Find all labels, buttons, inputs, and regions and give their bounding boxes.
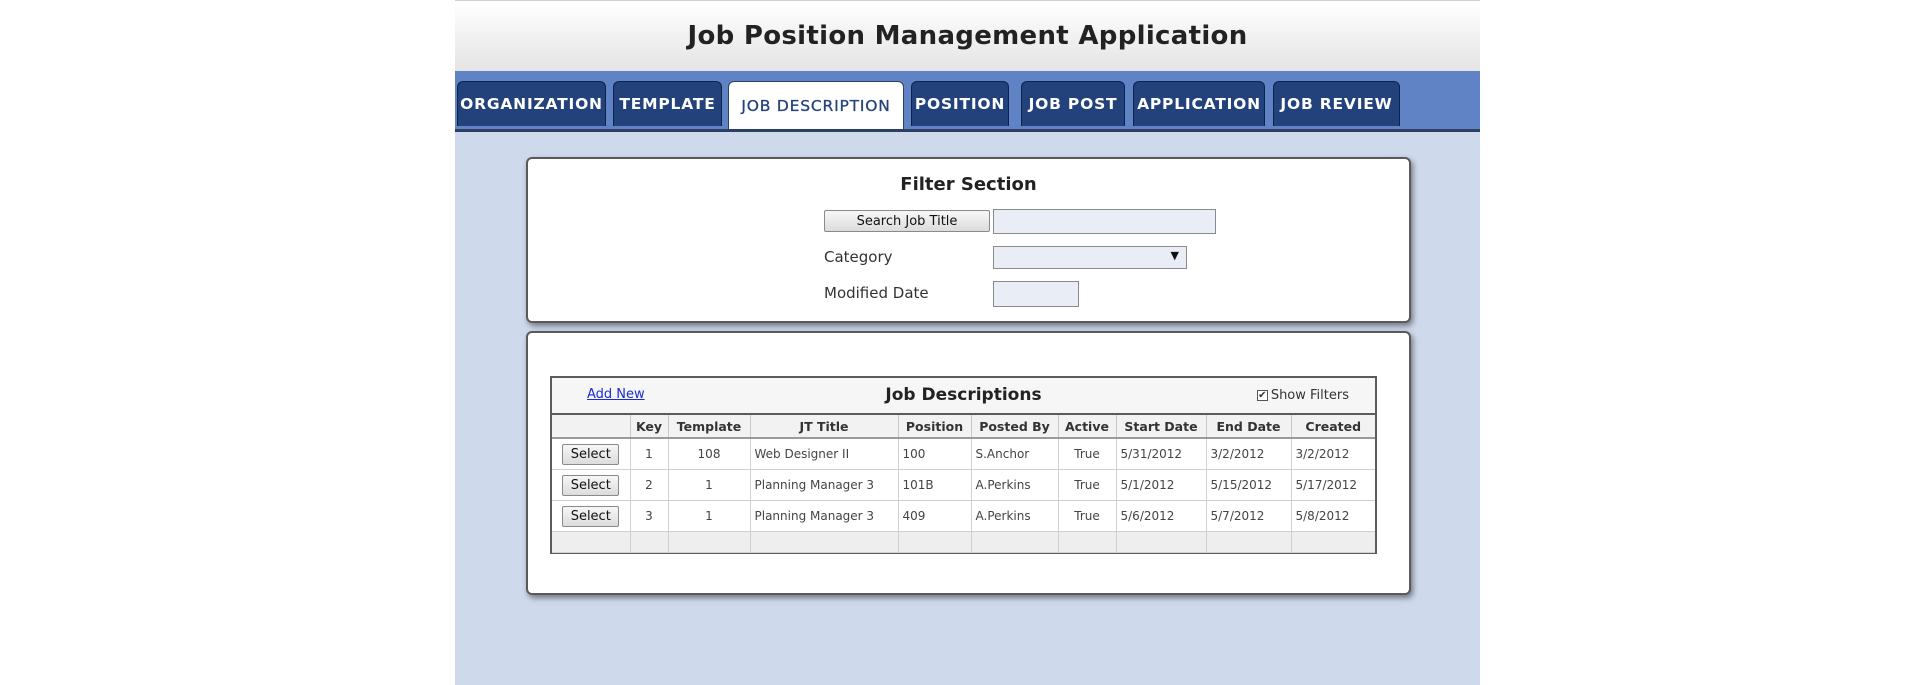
job-descriptions-table: Key Template JT Title Position Posted By… xyxy=(552,415,1375,553)
select-row-button[interactable]: Select xyxy=(562,474,620,496)
active-cell: True xyxy=(1057,438,1116,470)
column-header-select xyxy=(552,415,630,439)
tab-template[interactable]: TEMPLATE xyxy=(613,81,722,126)
table-row: Select 2 1 Planning Manager 3 101B A.Per… xyxy=(552,469,1375,501)
tab-job-post[interactable]: JOB POST xyxy=(1021,81,1125,126)
column-header-active[interactable]: Active xyxy=(1057,415,1116,439)
modified-date-input[interactable] xyxy=(993,281,1079,307)
template-cell: 1 xyxy=(667,500,750,532)
filter-panel: Filter Section Search Job Title Category… xyxy=(526,157,1411,323)
table-header-row: Key Template JT Title Position Posted By… xyxy=(552,415,1375,439)
key-cell: 3 xyxy=(629,500,668,532)
column-header-jt-title[interactable]: JT Title xyxy=(749,415,898,439)
key-cell: 2 xyxy=(629,469,668,501)
search-job-title-button[interactable]: Search Job Title xyxy=(824,210,990,232)
job-descriptions-grid: Add New Job Descriptions ✔ Show Filters … xyxy=(550,376,1377,554)
show-filters-label: Show Filters xyxy=(1270,388,1349,403)
grid-toolbar: Add New Job Descriptions ✔ Show Filters xyxy=(552,378,1375,415)
grid-panel: Add New Job Descriptions ✔ Show Filters … xyxy=(526,331,1411,595)
column-header-key[interactable]: Key xyxy=(629,415,668,439)
created-cell: 5/17/2012 xyxy=(1290,469,1375,501)
modified-date-label: Modified Date xyxy=(824,284,929,302)
show-filters-checkbox[interactable]: ✔ xyxy=(1256,390,1268,401)
app-header: Job Position Management Application xyxy=(455,0,1480,71)
dropdown-arrow-icon: ▼ xyxy=(1170,249,1179,262)
tab-position[interactable]: POSITION xyxy=(911,81,1009,126)
table-footer-row xyxy=(552,531,1375,553)
start-date-cell: 5/6/2012 xyxy=(1115,500,1206,532)
category-select[interactable]: ▼ xyxy=(993,246,1187,269)
start-date-cell: 5/31/2012 xyxy=(1115,438,1206,470)
start-date-cell: 5/1/2012 xyxy=(1115,469,1206,501)
select-row-button[interactable]: Select xyxy=(562,505,620,527)
column-header-position[interactable]: Position xyxy=(897,415,971,439)
table-row: Select 3 1 Planning Manager 3 409 A.Perk… xyxy=(552,500,1375,532)
template-cell: 1 xyxy=(667,469,750,501)
position-cell: 409 xyxy=(897,500,971,532)
category-label: Category xyxy=(824,248,893,266)
created-cell: 5/8/2012 xyxy=(1290,500,1375,532)
column-header-start-date[interactable]: Start Date xyxy=(1115,415,1206,439)
posted-by-cell: S.Anchor xyxy=(970,438,1058,470)
app-title: Job Position Management Application xyxy=(687,21,1248,51)
column-header-template[interactable]: Template xyxy=(667,415,750,439)
position-cell: 100 xyxy=(897,438,971,470)
search-job-title-input[interactable] xyxy=(993,209,1216,234)
end-date-cell: 5/7/2012 xyxy=(1205,500,1291,532)
active-cell: True xyxy=(1057,500,1116,532)
tab-organization[interactable]: ORGANIZATION xyxy=(457,81,606,126)
jt-title-cell: Planning Manager 3 xyxy=(749,500,898,532)
tab-bar: ORGANIZATION TEMPLATE JOB DESCRIPTION PO… xyxy=(455,71,1480,132)
tab-job-description[interactable]: JOB DESCRIPTION xyxy=(728,81,904,129)
jt-title-cell: Web Designer II xyxy=(749,438,898,470)
key-cell: 1 xyxy=(629,438,668,470)
filter-section-title: Filter Section xyxy=(900,174,1037,195)
select-cell: Select xyxy=(552,438,630,470)
select-row-button[interactable]: Select xyxy=(562,443,620,465)
grid-title: Job Descriptions xyxy=(885,385,1042,405)
tab-job-review[interactable]: JOB REVIEW xyxy=(1273,81,1400,126)
end-date-cell: 3/2/2012 xyxy=(1205,438,1291,470)
active-cell: True xyxy=(1057,469,1116,501)
posted-by-cell: A.Perkins xyxy=(970,500,1058,532)
posted-by-cell: A.Perkins xyxy=(970,469,1058,501)
template-cell: 108 xyxy=(667,438,750,470)
position-cell: 101B xyxy=(897,469,971,501)
created-cell: 3/2/2012 xyxy=(1290,438,1375,470)
column-header-created[interactable]: Created xyxy=(1290,415,1375,439)
column-header-posted-by[interactable]: Posted By xyxy=(970,415,1058,439)
tab-application[interactable]: APPLICATION xyxy=(1133,81,1265,126)
app-window: Job Position Management Application ORGA… xyxy=(455,0,1480,685)
select-cell: Select xyxy=(552,469,630,501)
show-filters-toggle[interactable]: ✔ Show Filters xyxy=(1256,388,1349,403)
column-header-end-date[interactable]: End Date xyxy=(1205,415,1291,439)
end-date-cell: 5/15/2012 xyxy=(1205,469,1291,501)
jt-title-cell: Planning Manager 3 xyxy=(749,469,898,501)
select-cell: Select xyxy=(552,500,630,532)
table-row: Select 1 108 Web Designer II 100 S.Ancho… xyxy=(552,438,1375,470)
